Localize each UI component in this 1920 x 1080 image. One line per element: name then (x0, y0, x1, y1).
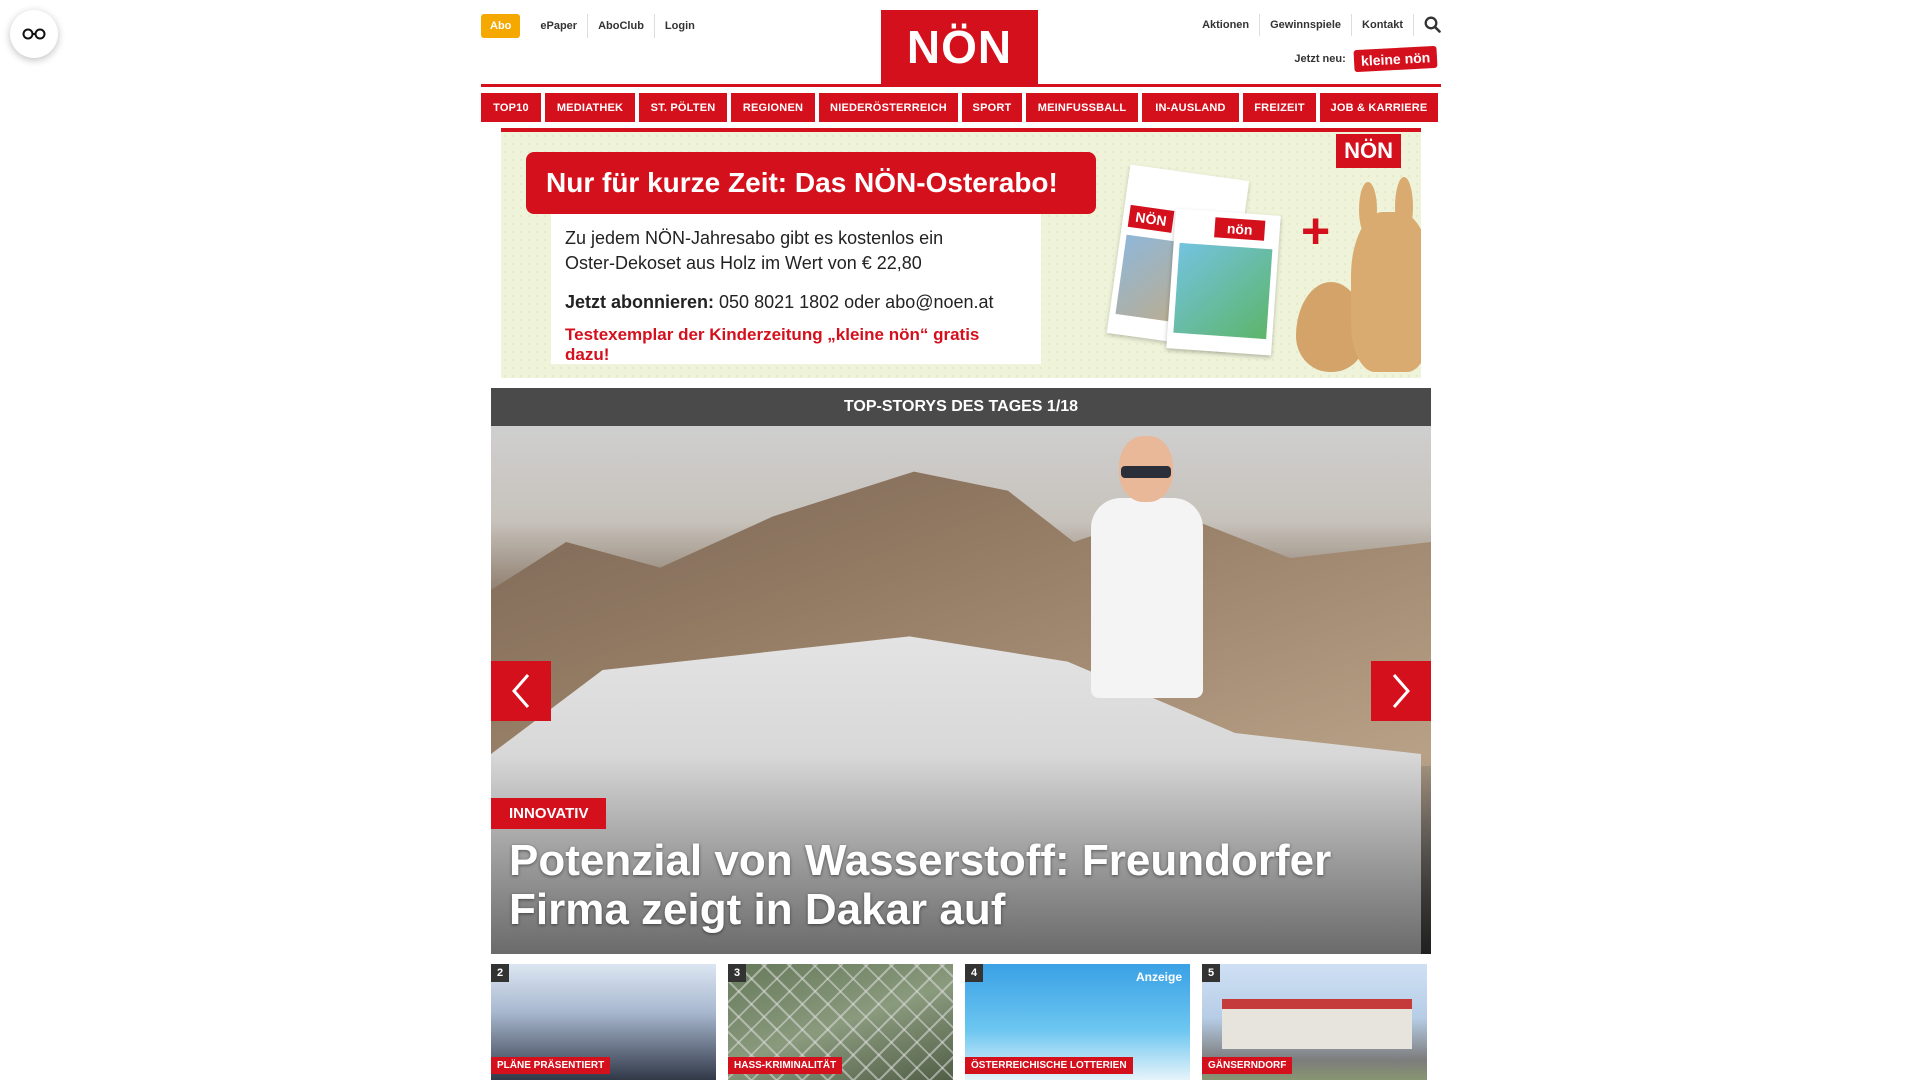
building-image (1222, 999, 1412, 1049)
nav-item-sport[interactable]: SPORT (962, 93, 1022, 122)
chevron-right-icon (1392, 674, 1410, 708)
aboclub-link[interactable]: AboClub (587, 14, 654, 38)
story-number: 4 (965, 964, 984, 982)
hero-person-body (1091, 498, 1203, 698)
search-icon (1424, 16, 1441, 33)
login-link[interactable]: Login (653, 14, 705, 38)
accessibility-glasses-icon (22, 28, 46, 40)
abo-button[interactable]: Abo (481, 14, 521, 38)
story-category: HASS-KRIMINALITÄT (728, 1057, 843, 1074)
chevron-left-icon (512, 674, 530, 708)
meta-links-right: Aktionen Gewinnspiele Kontakt (1192, 12, 1441, 37)
search-button[interactable] (1414, 12, 1441, 37)
nav-item-freizeit[interactable]: FREIZEIT (1243, 93, 1316, 122)
story-category: ÖSTERREICHISCHE LOTTERIEN (965, 1057, 1133, 1074)
banner-text: Zu jedem NÖN-Jahresabo gibt es kostenlos… (565, 226, 1027, 276)
top-stories-header: TOP-STORYS DES TAGES 1/18 (491, 388, 1431, 426)
banner-cta-bold: Jetzt abonnieren: (565, 292, 715, 312)
banner-cta: Jetzt abonnieren: 050 8021 1802 oder abo… (565, 292, 1027, 313)
noen-logo[interactable]: NÖN (881, 10, 1038, 84)
hero-title[interactable]: Potenzial von Wasserstoff: Freundorfer F… (509, 836, 1389, 934)
nav-item-top10[interactable]: TOP10 (481, 93, 541, 122)
nav-item-meinfussball[interactable]: MEINFUSSBALL (1026, 93, 1138, 122)
story-thumb-2[interactable]: 2 PLÄNE PRÄSENTIERT (491, 964, 716, 1080)
story-number: 2 (491, 964, 510, 982)
aktionen-link[interactable]: Aktionen (1192, 13, 1261, 36)
nav-item-st-poelten[interactable]: ST. PÖLTEN (639, 93, 727, 122)
carousel-next-button[interactable] (1371, 661, 1431, 721)
story-thumb-3[interactable]: 3 HASS-KRIMINALITÄT (728, 964, 953, 1080)
top-stories: TOP-STORYS DES TAGES 1/18 INNOVATIV Pote… (491, 388, 1431, 1080)
story-number: 5 (1202, 964, 1221, 982)
kleine-noen-badge[interactable]: kleine nön (1353, 45, 1438, 73)
story-category: GÄNSERNDORF (1202, 1057, 1293, 1074)
header: Abo ePaper AboClub Login NÖN Aktionen Ge… (481, 0, 1441, 84)
meta-links-left: Abo ePaper AboClub Login (481, 14, 705, 38)
hero-category-badge[interactable]: INNOVATIV (491, 798, 607, 829)
banner-headline: Nur für kurze Zeit: Das NÖN-Osterabo! (526, 152, 1096, 214)
story-thumb-5[interactable]: 5 GÄNSERNDORF (1202, 964, 1427, 1080)
kids-newspaper-logo: nön (1214, 217, 1266, 241)
nav-item-niederoesterreich[interactable]: NIEDERÖSTERREICH (819, 93, 958, 122)
nav-item-regionen[interactable]: REGIONEN (731, 93, 815, 122)
gewinnspiele-link[interactable]: Gewinnspiele (1260, 13, 1353, 36)
hero-story[interactable]: INNOVATIV Potenzial von Wasserstoff: Fre… (491, 426, 1431, 954)
story-thumbnails: 2 PLÄNE PRÄSENTIERT 3 HASS-KRIMINALITÄT … (491, 964, 1431, 1080)
kids-newspaper-image: nön (1166, 208, 1281, 356)
kontakt-link[interactable]: Kontakt (1352, 13, 1414, 36)
story-category: PLÄNE PRÄSENTIERT (491, 1057, 611, 1074)
header-divider (481, 84, 1441, 87)
main-nav: TOP10 MEDIATHEK ST. PÖLTEN REGIONEN NIED… (481, 93, 1441, 122)
banner-text-box: Zu jedem NÖN-Jahresabo gibt es kostenlos… (551, 214, 1041, 364)
kleine-noen-promo[interactable]: Jetzt neu: kleine nön (1294, 45, 1438, 73)
nav-item-in-ausland[interactable]: IN-AUSLAND (1142, 93, 1239, 122)
ad-label: Anzeige (1135, 970, 1182, 984)
jetzt-neu-label: Jetzt neu: (1294, 53, 1346, 65)
nav-item-mediathek[interactable]: MEDIATHEK (545, 93, 635, 122)
story-number: 3 (728, 964, 747, 982)
epaper-link[interactable]: ePaper (530, 14, 587, 38)
plus-icon: + (1301, 203, 1331, 259)
banner-noen-tag: NÖN (1336, 134, 1401, 168)
story-thumb-4[interactable]: 4 Anzeige ÖSTERREICHISCHE LOTTERIEN (965, 964, 1190, 1080)
banner-promo: Testexemplar der Kinderzeitung „kleine n… (565, 325, 980, 364)
accessibility-button[interactable] (10, 10, 58, 58)
easter-bunny-image (1351, 177, 1421, 372)
kids-newspaper-cover-photo (1173, 242, 1273, 340)
osterabo-banner[interactable]: Nur für kurze Zeit: Das NÖN-Osterabo! Zu… (501, 128, 1421, 378)
nav-item-job-karriere[interactable]: JOB & KARRIERE (1320, 93, 1438, 122)
hero-person-head (1119, 436, 1173, 502)
carousel-prev-button[interactable] (491, 661, 551, 721)
banner-cta-contact: 050 8021 1802 oder abo@noen.at (714, 292, 994, 312)
banner-text-line-1: Zu jedem NÖN-Jahresabo gibt es kostenlos… (565, 228, 944, 248)
banner-text-line-2: Oster-Dekoset aus Holz im Wert von € 22,… (565, 253, 922, 273)
hero-person (1081, 436, 1211, 766)
page: Abo ePaper AboClub Login NÖN Aktionen Ge… (481, 0, 1441, 1080)
newspaper-logo: NÖN (1127, 204, 1175, 233)
